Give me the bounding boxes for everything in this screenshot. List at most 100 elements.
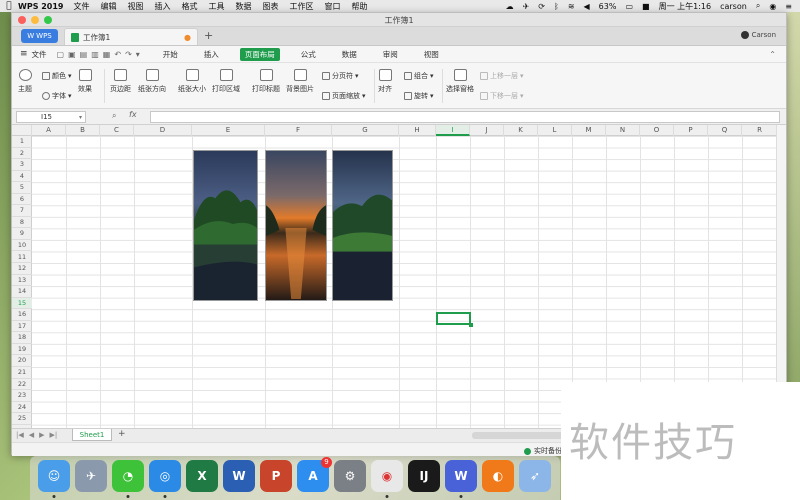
chevron-down-icon[interactable]: ▾ <box>79 112 82 123</box>
row-header[interactable]: 2 <box>12 148 32 160</box>
menubar-user[interactable]: carson <box>720 2 747 11</box>
row-header[interactable]: 24 <box>12 402 32 414</box>
print-icon[interactable]: ▥ <box>91 50 99 59</box>
column-header[interactable]: N <box>606 125 640 136</box>
menu-tools[interactable]: 工具 <box>209 1 225 12</box>
first-sheet-icon[interactable]: |◀ <box>16 431 24 439</box>
safari-icon[interactable]: ◎ <box>149 460 181 498</box>
column-header[interactable]: A <box>32 125 66 136</box>
row-header[interactable]: 3 <box>12 159 32 171</box>
select-all-corner[interactable] <box>12 125 32 136</box>
hamburger-icon[interactable]: ≡ <box>20 49 28 59</box>
menu-edit[interactable]: 编辑 <box>101 1 117 12</box>
colors-button[interactable]: 颜色 ▾ <box>42 71 72 81</box>
row-header[interactable]: 21 <box>12 367 32 379</box>
menu-window[interactable]: 窗口 <box>325 1 341 12</box>
next-sheet-icon[interactable]: ▶ <box>39 431 44 439</box>
tab-data[interactable]: 数据 <box>337 48 362 61</box>
column-header[interactable]: D <box>134 125 192 136</box>
row-header[interactable]: 23 <box>12 390 32 402</box>
app-menu[interactable]: WPS 2019 <box>18 2 64 11</box>
document-tab[interactable]: 工作簿1 ● <box>64 28 198 45</box>
row-header-selected[interactable]: 15 <box>12 297 32 310</box>
column-header[interactable]: C <box>100 125 134 136</box>
row-header[interactable]: 7 <box>12 205 32 217</box>
background-image-button[interactable]: 背景图片 <box>286 69 314 94</box>
landscape-image-slice-center[interactable] <box>265 150 327 301</box>
launchpad-icon[interactable]: ✈ <box>75 460 107 492</box>
print-titles-button[interactable]: 打印标题 <box>252 69 280 94</box>
column-header-selected[interactable]: I <box>436 125 470 136</box>
name-box[interactable]: I15 ▾ <box>16 111 86 123</box>
active-cell[interactable] <box>436 312 473 327</box>
clock[interactable]: 周一 上午1:16 <box>659 1 712 12</box>
last-sheet-icon[interactable]: ▶| <box>50 431 58 439</box>
collapse-ribbon-icon[interactable]: ⌃ <box>769 50 776 59</box>
menu-file[interactable]: 文件 <box>74 1 90 12</box>
prev-sheet-icon[interactable]: ◀ <box>29 431 34 439</box>
menu-view[interactable]: 视图 <box>128 1 144 12</box>
bring-forward-button[interactable]: 上移一层 ▾ <box>480 71 524 81</box>
menu-data[interactable]: 数据 <box>236 1 252 12</box>
cloud-icon[interactable]: ☁ <box>506 2 514 11</box>
effects-button[interactable]: 效果 <box>78 69 92 94</box>
notification-icon[interactable]: ≡ <box>785 2 792 11</box>
column-header[interactable]: J <box>470 125 504 136</box>
send-backward-button[interactable]: 下移一层 ▾ <box>480 91 524 101</box>
selection-pane-button[interactable]: 选择窗格 <box>446 69 474 94</box>
column-header[interactable]: R <box>742 125 778 136</box>
group-button[interactable]: 组合 ▾ <box>404 71 434 81</box>
add-sheet-button[interactable]: + <box>118 429 126 439</box>
margins-button[interactable]: 页边距 <box>110 69 131 94</box>
column-header[interactable]: H <box>399 125 436 136</box>
app-store-icon[interactable]: A9 <box>297 457 332 492</box>
formula-input[interactable] <box>150 111 780 123</box>
row-header[interactable]: 5 <box>12 182 32 194</box>
row-header[interactable]: 25 <box>12 413 32 425</box>
tab-formulas[interactable]: 公式 <box>296 48 321 61</box>
menu-workspace[interactable]: 工作区 <box>290 1 314 12</box>
spotlight-icon[interactable]: ⌕ <box>756 1 760 11</box>
sheet-tab[interactable]: Sheet1 <box>72 429 112 441</box>
row-header[interactable]: 20 <box>12 355 32 367</box>
column-header[interactable]: P <box>674 125 708 136</box>
row-header[interactable]: 16 <box>12 309 32 321</box>
row-header[interactable]: 11 <box>12 252 32 264</box>
menu-insert[interactable]: 插入 <box>155 1 171 12</box>
excel-icon[interactable]: X <box>186 460 218 492</box>
rotate-button[interactable]: 旋转 ▾ <box>404 91 434 101</box>
column-header[interactable]: Q <box>708 125 742 136</box>
account[interactable]: Carson <box>740 31 776 39</box>
column-header[interactable]: O <box>640 125 674 136</box>
column-header[interactable]: F <box>265 125 332 136</box>
column-header[interactable]: E <box>192 125 265 136</box>
landscape-image-slice-right[interactable] <box>332 150 393 301</box>
volume-icon[interactable]: ◀ <box>584 2 590 11</box>
battery-percent[interactable]: 63% <box>599 2 617 11</box>
finder-icon[interactable]: ☺ <box>38 460 70 498</box>
tab-view[interactable]: 视图 <box>419 48 444 61</box>
row-header[interactable]: 18 <box>12 332 32 344</box>
wps-office-icon[interactable]: W <box>445 460 477 498</box>
system-preferences-icon[interactable]: ⚙ <box>334 460 366 492</box>
undo-icon[interactable]: ↶ <box>114 50 121 59</box>
intellij-icon[interactable]: IJ <box>408 460 440 492</box>
fonts-button[interactable]: 字体 ▾ <box>42 91 72 101</box>
zoom-lookup-icon[interactable]: ⌕ <box>112 111 116 121</box>
backup-status[interactable]: 实时备份 <box>524 446 562 456</box>
column-header[interactable]: M <box>572 125 606 136</box>
row-header[interactable]: 4 <box>12 171 32 183</box>
landscape-image-slice-left[interactable] <box>193 150 258 301</box>
feather-app-icon[interactable]: ➶ <box>519 460 551 492</box>
wps-home-button[interactable]: W WPS <box>21 29 58 43</box>
page-zoom-button[interactable]: 页面缩放 ▾ <box>322 91 366 101</box>
column-header[interactable]: L <box>538 125 572 136</box>
row-header[interactable]: 13 <box>12 275 32 287</box>
chrome-icon[interactable]: ◉ <box>371 460 403 498</box>
row-header[interactable]: 6 <box>12 194 32 206</box>
bluetooth-icon[interactable]: ᛒ <box>554 2 559 11</box>
column-header[interactable]: K <box>504 125 538 136</box>
file-menu[interactable]: 文件 <box>32 49 47 60</box>
customize-icon[interactable]: ▾ <box>136 50 140 59</box>
row-header[interactable]: 9 <box>12 228 32 240</box>
